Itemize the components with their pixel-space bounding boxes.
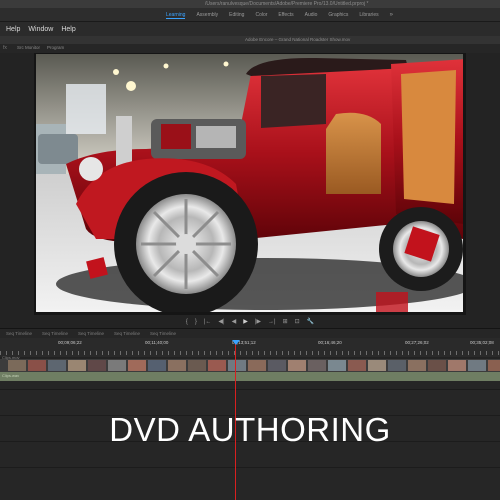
panel-tab-row: fx Src Monitor Program — [0, 44, 500, 53]
workspace-tab-effects[interactable]: Effects — [278, 12, 293, 18]
workspace-tab-editing[interactable]: Editing — [229, 12, 244, 18]
play-button[interactable]: ▶ — [243, 318, 248, 325]
timeline-ruler[interactable]: 00;09;06;22 00;11;40;00 00;13;51;12 00;1… — [0, 338, 500, 357]
ruler-timecode: 00;11;40;00 — [145, 340, 169, 345]
workspace-overflow-icon[interactable]: » — [390, 12, 393, 18]
window-caption: Adobe Encore – Grand National Roadster S… — [0, 36, 500, 44]
ruler-timecode: 00;35;02;08 — [470, 340, 494, 345]
track-divider — [0, 467, 500, 468]
workspace-tab-learning[interactable]: Learning — [166, 12, 186, 19]
video-clip-label: Clips.mov — [2, 355, 20, 360]
fx-icon[interactable]: fx — [3, 45, 7, 51]
timeline-tab-row: Seq Timeline Seq Timeline Seq Timeline S… — [0, 328, 500, 338]
video-frame[interactable] — [36, 54, 463, 312]
step-back-button[interactable]: ◀| — [218, 318, 224, 325]
workspace-tab-graphics[interactable]: Graphics — [328, 12, 348, 18]
workspace-tab-audio[interactable]: Audio — [305, 12, 318, 18]
export-frame-button[interactable]: ⊡ — [295, 318, 300, 325]
reverse-icon[interactable]: ◀ — [232, 318, 237, 325]
track-divider — [0, 389, 500, 390]
menu-help-left[interactable]: Help — [6, 26, 20, 33]
timeline-tab[interactable]: Seq Timeline — [114, 331, 140, 336]
ruler-timecode: 00;27;26;02 — [405, 340, 429, 345]
workspace-tab-color[interactable]: Color — [255, 12, 267, 18]
go-to-out-button[interactable]: →| — [268, 319, 276, 325]
playhead-marker-icon[interactable] — [232, 340, 240, 345]
ruler-ticks — [0, 351, 500, 355]
step-forward-button[interactable]: |▶ — [255, 318, 261, 325]
hot-rod-car-image — [36, 54, 463, 312]
tab-program-monitor[interactable]: Program — [44, 45, 67, 50]
timeline-tab[interactable]: Seq Timeline — [78, 331, 104, 336]
ruler-timecode: 00;16;46;20 — [318, 340, 342, 345]
insert-button[interactable]: ⊞ — [283, 318, 288, 325]
mark-out-button[interactable]: } — [195, 319, 197, 325]
audio-track[interactable]: Clips.wav — [0, 372, 500, 381]
menu-help[interactable]: Help — [61, 26, 75, 33]
menu-bar: Help Window Help — [0, 22, 500, 36]
menu-window[interactable]: Window — [28, 26, 53, 33]
video-clip-thumbnails — [8, 360, 500, 371]
tab-source-monitor[interactable]: Src Monitor — [14, 45, 43, 50]
title-bar: /Users/ranulvesque/Documents/Adobe/Premi… — [0, 0, 500, 8]
mark-in-button[interactable]: { — [186, 319, 188, 325]
transport-controls: { } |← ◀| ◀ ▶ |▶ →| ⊞ ⊡ 🔧 — [0, 315, 500, 328]
ruler-timecode: 00;09;06;22 — [58, 340, 82, 345]
workspace-bar: Learning Assembly Editing Color Effects … — [0, 8, 500, 22]
workspace-tab-assembly[interactable]: Assembly — [196, 12, 218, 18]
audio-clip-label: Clips.wav — [2, 373, 20, 378]
headline-caption: DVD AUTHORING — [109, 411, 391, 448]
timeline-tab[interactable]: Seq Timeline — [42, 331, 68, 336]
timeline-tab[interactable]: Seq Timeline — [6, 331, 32, 336]
video-track[interactable] — [0, 359, 500, 372]
workspace-tab-libraries[interactable]: Libraries — [359, 12, 378, 18]
project-path: /Users/ranulvesque/Documents/Adobe/Premi… — [205, 1, 369, 7]
go-to-in-button[interactable]: |← — [204, 319, 212, 325]
timeline-tab[interactable]: Seq Timeline — [150, 331, 176, 336]
window-caption-text: Adobe Encore – Grand National Roadster S… — [245, 37, 351, 42]
settings-wrench-icon[interactable]: 🔧 — [307, 318, 314, 325]
